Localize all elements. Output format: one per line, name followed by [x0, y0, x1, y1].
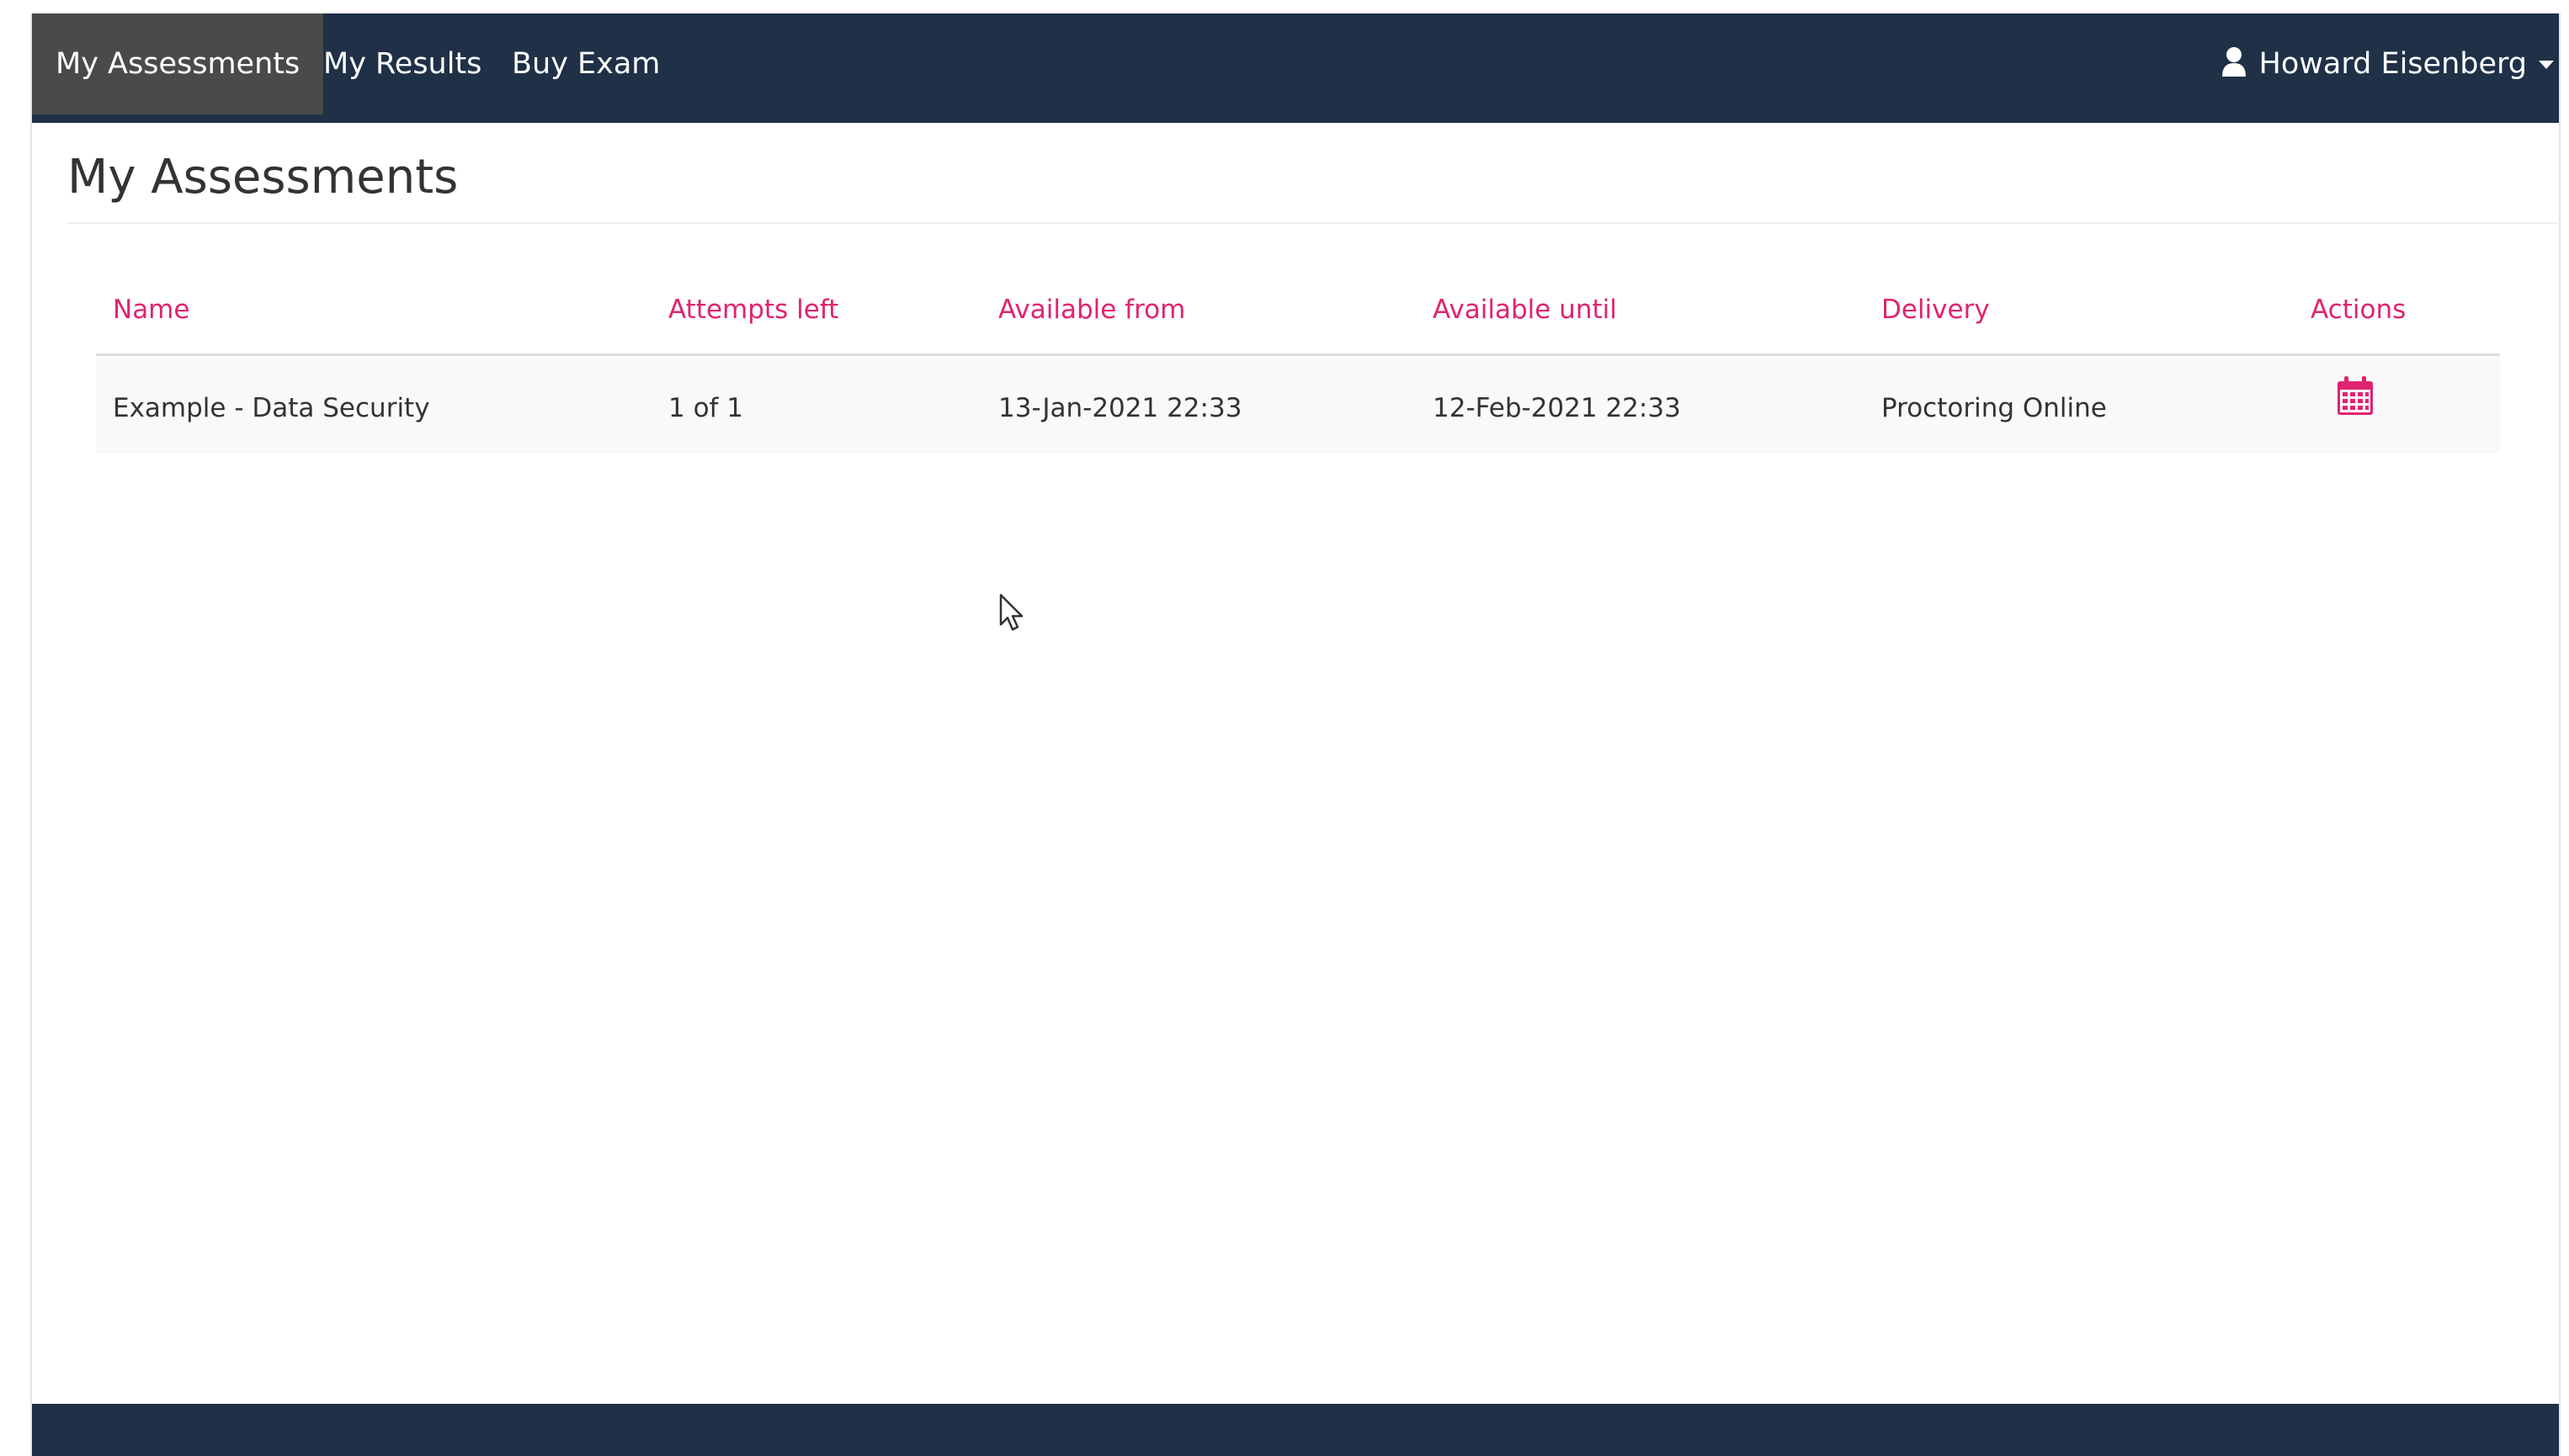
cell-available-from: 13-Jan-2021 22:33: [998, 393, 1242, 423]
app-window: My Assessments My Results Buy Exam Howar…: [30, 13, 2561, 1456]
nav-item-my-assessments[interactable]: My Assessments: [32, 13, 324, 114]
nav-item-my-results[interactable]: My Results: [323, 13, 481, 114]
assessments-table: Name Attempts left Available from Availa…: [96, 266, 2500, 454]
cell-available-until: 12-Feb-2021 22:33: [1433, 393, 1681, 423]
cell-attempts-left: 1 of 1: [668, 393, 744, 423]
chevron-down-icon: [2539, 61, 2554, 69]
column-header-available-from[interactable]: Available from: [998, 295, 1185, 325]
page-title: My Assessments: [67, 150, 459, 205]
title-divider: [67, 222, 2561, 224]
mouse-pointer-icon: [999, 593, 1024, 631]
cell-name: Example - Data Security: [113, 393, 430, 423]
cell-delivery: Proctoring Online: [1881, 393, 2107, 423]
top-navbar: My Assessments My Results Buy Exam Howar…: [32, 13, 2559, 123]
column-header-actions: Actions: [2311, 295, 2407, 325]
column-header-delivery[interactable]: Delivery: [1881, 295, 1990, 325]
column-header-name[interactable]: Name: [113, 295, 189, 325]
footer-bar: [32, 1404, 2559, 1456]
column-header-attempts-left[interactable]: Attempts left: [668, 295, 838, 325]
user-name: Howard Eisenberg: [2258, 47, 2527, 81]
table-header: Name Attempts left Available from Availa…: [96, 266, 2500, 356]
nav-item-buy-exam[interactable]: Buy Exam: [512, 13, 660, 114]
calendar-icon[interactable]: [2335, 375, 2375, 417]
user-menu[interactable]: Howard Eisenberg: [2221, 13, 2554, 114]
column-header-available-until[interactable]: Available until: [1433, 295, 1617, 325]
user-icon: [2221, 47, 2246, 77]
table-row: Example - Data Security 1 of 1 13-Jan-20…: [96, 356, 2500, 454]
